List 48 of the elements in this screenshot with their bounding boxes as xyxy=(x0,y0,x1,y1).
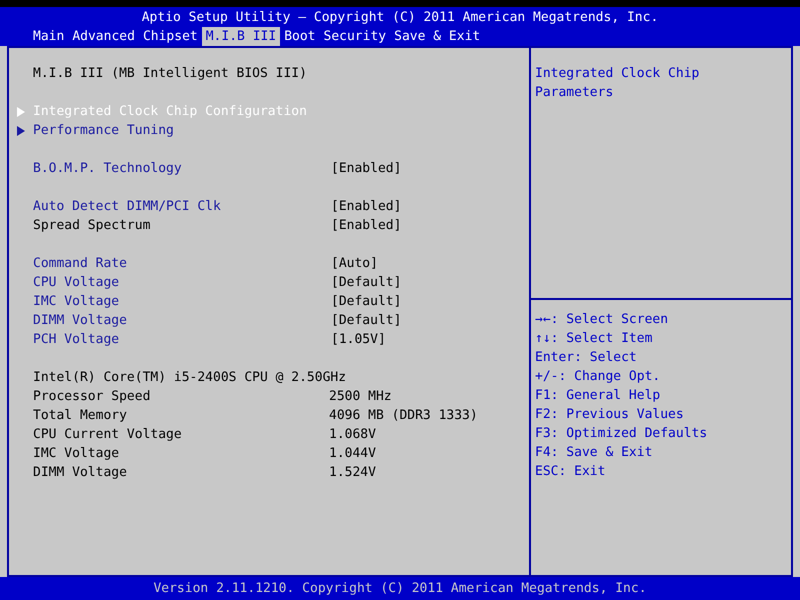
info-label: IMC Voltage xyxy=(33,445,120,463)
setting-label[interactable]: CPU Voltage xyxy=(33,273,331,292)
setting-label[interactable]: PCH Voltage xyxy=(33,330,331,349)
help-text: Integrated Clock Chip Parameters xyxy=(535,65,700,102)
setting-value: [Default] xyxy=(331,274,402,292)
setting-value: [Auto] xyxy=(331,255,378,273)
info-label: CPU Current Voltage xyxy=(33,426,183,444)
info-label: Total Memory xyxy=(33,407,128,425)
setting-label[interactable]: B.O.M.P. Technology xyxy=(33,159,331,178)
section-heading: M.I.B III (MB Intelligent BIOS III) xyxy=(33,65,307,83)
info-value: 1.044V xyxy=(329,445,376,463)
info-value: 2500 MHz xyxy=(329,388,392,406)
info-value: 1.524V xyxy=(329,464,376,482)
menu-tab[interactable]: Chipset xyxy=(138,27,202,46)
info-label: DIMM Voltage xyxy=(33,464,128,482)
key-hint: F1: General Help xyxy=(535,387,662,405)
key-hint: →←: Select Screen xyxy=(535,311,670,329)
key-hint: ↑↓: Select Item xyxy=(535,330,654,348)
key-hint: F4: Save & Exit xyxy=(535,444,654,462)
info-label: Processor Speed xyxy=(33,388,152,406)
setting-label[interactable]: DIMM Voltage xyxy=(33,311,331,330)
menu-tab[interactable]: Boot xyxy=(280,27,320,46)
setting-label[interactable]: Command Rate xyxy=(33,254,331,273)
version-text: Version 2.11.1210. Copyright (C) 2011 American Megatrends, Inc. xyxy=(153,580,647,598)
setting-label[interactable]: Spread Spectrum xyxy=(33,216,331,235)
setting-label[interactable]: IMC Voltage xyxy=(33,292,331,311)
key-hint: F2: Previous Values xyxy=(535,406,685,424)
menu-tab[interactable]: Security xyxy=(320,27,390,46)
setting-label[interactable]: Auto Detect DIMM/PCI Clk xyxy=(33,197,331,216)
menu-tab[interactable]: M.I.B III xyxy=(202,27,280,46)
setting-value: [Enabled] xyxy=(331,217,402,235)
setting-value: [Enabled] xyxy=(331,198,402,216)
menu-tab[interactable]: Main xyxy=(29,27,68,46)
key-hint: F3: Optimized Defaults xyxy=(535,425,708,443)
key-hint: ESC: Exit xyxy=(535,463,606,481)
setting-value: [Default] xyxy=(331,293,402,311)
submenu-item[interactable]: Performance Tuning xyxy=(9,121,529,140)
key-hint: +/-: Change Opt. xyxy=(535,368,662,386)
setting-value: [1.05V] xyxy=(331,331,386,349)
menu-tab[interactable]: Advanced xyxy=(68,27,139,46)
section-heading: Intel(R) Core(TM) i5-2400S CPU @ 2.50GHz xyxy=(33,369,346,387)
window-title: Aptio Setup Utility – Copyright (C) 2011 American Megatrends, Inc. xyxy=(142,8,658,26)
menu-tab[interactable]: Save & Exit xyxy=(390,27,484,46)
info-value: 1.068V xyxy=(329,426,376,444)
setting-value: [Enabled] xyxy=(331,160,402,178)
setting-value: [Default] xyxy=(331,312,402,330)
info-value: 4096 MB (DDR3 1333) xyxy=(329,407,478,425)
key-hint: Enter: Select xyxy=(535,349,638,367)
